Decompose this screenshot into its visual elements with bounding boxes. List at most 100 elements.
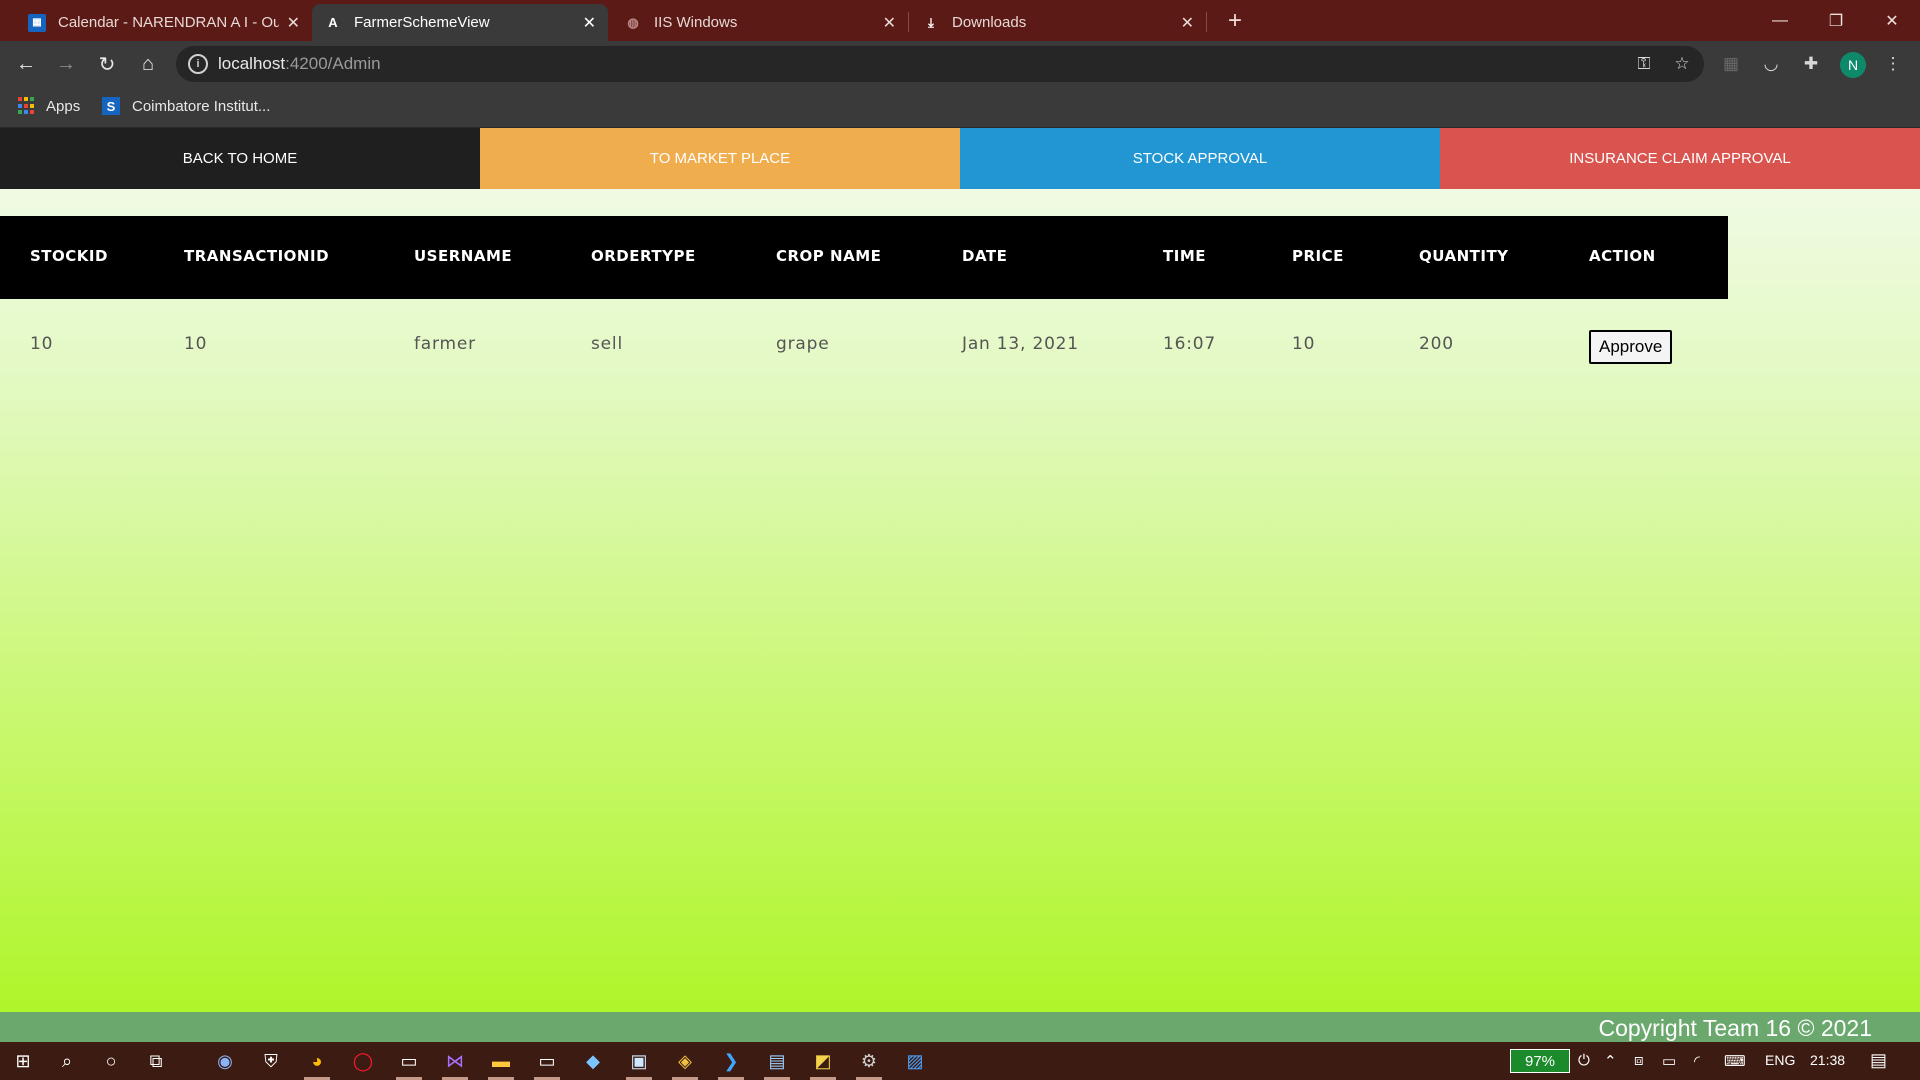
minimize-icon[interactable]: — <box>1752 0 1808 41</box>
close-icon[interactable]: ✕ <box>1181 13 1194 33</box>
pocket-icon[interactable]: ◡ <box>1758 51 1784 77</box>
tab-title: Downloads <box>952 14 1027 31</box>
tab-farmerschemeview[interactable]: A FarmerSchemeView ✕ <box>312 4 608 41</box>
tab-calendar[interactable]: ▦ Calendar - NARENDRAN A I - Ou ✕ <box>16 4 312 41</box>
bookmark-star-icon[interactable]: ☆ <box>1670 52 1694 76</box>
battery-icon[interactable]: ▭ <box>1662 1052 1676 1070</box>
approve-button[interactable]: Approve <box>1589 330 1673 364</box>
header-time: TIME <box>1163 247 1206 265</box>
git-icon[interactable]: ◈ <box>670 1047 700 1080</box>
tab-title: FarmerSchemeView <box>354 14 490 31</box>
cell-transactionid: 10 <box>184 334 208 354</box>
cell-price: 10 <box>1292 334 1316 354</box>
tab-separator <box>908 12 909 32</box>
browser-tab-bar: ▦ Calendar - NARENDRAN A I - Ou ✕ A Farm… <box>0 0 1920 41</box>
header-stockid: STOCKID <box>30 247 108 265</box>
url-text: localhost:4200/Admin <box>218 54 381 73</box>
new-tab-plus-icon[interactable]: + <box>1220 6 1250 36</box>
insurance-claim-approval-link[interactable]: INSURANCE CLAIM APPROVAL <box>1440 128 1920 189</box>
header-quantity: QUANTITY <box>1419 247 1509 265</box>
bookmark-coimbatore[interactable]: S Coimbatore Institut... <box>102 97 270 115</box>
back-arrow-icon[interactable]: ← <box>10 48 42 80</box>
header-date: DATE <box>962 247 1008 265</box>
cell-date: Jan 13, 2021 <box>962 334 1079 354</box>
menu-kebab-icon[interactable]: ⋮ <box>1880 51 1906 77</box>
table-header: STOCKID TRANSACTIONID USERNAME ORDERTYPE… <box>0 216 1728 299</box>
globe-icon: ◍ <box>627 14 639 30</box>
app-icon[interactable]: ◆ <box>578 1047 608 1075</box>
cell-time: 16:07 <box>1163 334 1216 354</box>
back-to-home-link[interactable]: BACK TO HOME <box>0 128 480 189</box>
close-icon[interactable]: ✕ <box>883 13 896 33</box>
battery-percentage[interactable]: 97% <box>1510 1049 1570 1073</box>
close-icon[interactable]: ✕ <box>583 13 596 33</box>
key-icon[interactable]: ⚿ <box>1632 52 1656 76</box>
tab-separator <box>1206 12 1207 32</box>
cell-stockid: 10 <box>30 334 54 354</box>
clock[interactable]: 21:38 <box>1810 1052 1845 1068</box>
bookmark-label: Apps <box>46 97 81 115</box>
header-crop-name: CROP NAME <box>776 247 882 265</box>
market-place-link[interactable]: TO MARKET PLACE <box>480 128 960 189</box>
stock-approval-link[interactable]: STOCK APPROVAL <box>960 128 1440 189</box>
security-shield-icon[interactable]: ⛨ <box>256 1047 286 1075</box>
restore-icon[interactable]: ❐ <box>1808 0 1864 41</box>
tab-downloads[interactable]: ⤓ Downloads ✕ <box>910 4 1206 41</box>
photos-icon[interactable]: ▣ <box>624 1047 654 1080</box>
site-info-icon[interactable]: i <box>188 54 208 74</box>
cell-username: farmer <box>414 334 476 354</box>
vscode-icon[interactable]: ❯ <box>716 1047 746 1080</box>
puzzle-extensions-icon[interactable]: ✚ <box>1798 51 1824 77</box>
keyboard-icon[interactable]: ⌨ <box>1724 1052 1746 1070</box>
header-price: PRICE <box>1292 247 1344 265</box>
chrome-icon[interactable]: ◕ <box>302 1047 332 1080</box>
close-icon[interactable]: ✕ <box>287 13 300 33</box>
browser-toolbar: ← → ↻ ⌂ i localhost:4200/Admin ⚿ ☆ ▦ ◡ ✚… <box>0 41 1920 87</box>
cell-ordertype: sell <box>591 334 623 354</box>
reload-icon[interactable]: ↻ <box>91 48 123 80</box>
chevron-up-icon[interactable]: ⌃ <box>1604 1052 1617 1070</box>
cell-crop-name: grape <box>776 334 830 354</box>
wifi-icon[interactable]: ◜ <box>1694 1052 1700 1070</box>
angular-icon: A <box>328 15 338 30</box>
home-icon[interactable]: ⌂ <box>132 48 164 80</box>
opera-icon[interactable]: ◯ <box>348 1047 378 1075</box>
paint-icon[interactable]: ▨ <box>900 1047 930 1075</box>
camera-app-icon[interactable]: ◉ <box>210 1047 240 1075</box>
python-icon[interactable]: ◩ <box>808 1047 838 1080</box>
device-icon[interactable]: ⧈ <box>1634 1052 1644 1069</box>
profile-avatar[interactable]: N <box>1840 52 1866 78</box>
language-indicator[interactable]: ENG <box>1765 1052 1795 1068</box>
file-explorer-icon[interactable]: ▬ <box>486 1047 516 1080</box>
console-icon[interactable]: ▭ <box>532 1047 562 1080</box>
iis-manager-icon[interactable]: ▤ <box>762 1047 792 1080</box>
windows-taskbar: ⊞ ⌕ ○ ⧉ ◉ ⛨ ◕ ◯ ▭ ⋈ ▬ ▭ ◆ ▣ ◈ ❯ ▤ ◩ ⚙ ▨ … <box>0 1042 1920 1080</box>
cell-quantity: 200 <box>1419 334 1454 354</box>
bookmark-apps[interactable]: Apps <box>18 97 80 115</box>
extension-icon[interactable]: ▦ <box>1718 51 1744 77</box>
search-icon[interactable]: ⌕ <box>52 1047 82 1075</box>
outlook-calendar-icon: ▦ <box>28 13 46 32</box>
stock-table: STOCKID TRANSACTIONID USERNAME ORDERTYPE… <box>0 216 1728 389</box>
cortana-circle-icon[interactable]: ○ <box>96 1047 126 1075</box>
header-username: USERNAME <box>414 247 513 265</box>
download-icon: ⤓ <box>928 14 934 30</box>
page-content: BACK TO HOME TO MARKET PLACE STOCK APPRO… <box>0 128 1920 1012</box>
windows-start-icon[interactable]: ⊞ <box>8 1047 38 1075</box>
apps-grid-icon <box>18 97 36 115</box>
address-bar[interactable]: i localhost:4200/Admin ⚿ ☆ <box>176 46 1704 82</box>
header-action: ACTION <box>1589 247 1656 265</box>
tab-iis-windows[interactable]: ◍ IIS Windows ✕ <box>612 4 908 41</box>
bookmarks-bar: Apps S Coimbatore Institut... <box>0 87 1920 128</box>
window-close-icon[interactable]: ✕ <box>1864 0 1920 41</box>
tab-title: Calendar - NARENDRAN A I - Ou <box>58 14 279 31</box>
forward-arrow-icon[interactable]: → <box>50 48 82 80</box>
table-row: 10 10 farmer sell grape Jan 13, 2021 16:… <box>0 299 1728 389</box>
bookmark-label: Coimbatore Institut... <box>132 97 271 115</box>
tool-icon[interactable]: ⚙ <box>854 1047 884 1080</box>
notification-icon[interactable]: ▤ <box>1870 1050 1887 1071</box>
terminal-icon[interactable]: ▭ <box>394 1047 424 1080</box>
header-ordertype: ORDERTYPE <box>591 247 696 265</box>
visual-studio-icon[interactable]: ⋈ <box>440 1047 470 1080</box>
task-view-icon[interactable]: ⧉ <box>141 1047 171 1075</box>
